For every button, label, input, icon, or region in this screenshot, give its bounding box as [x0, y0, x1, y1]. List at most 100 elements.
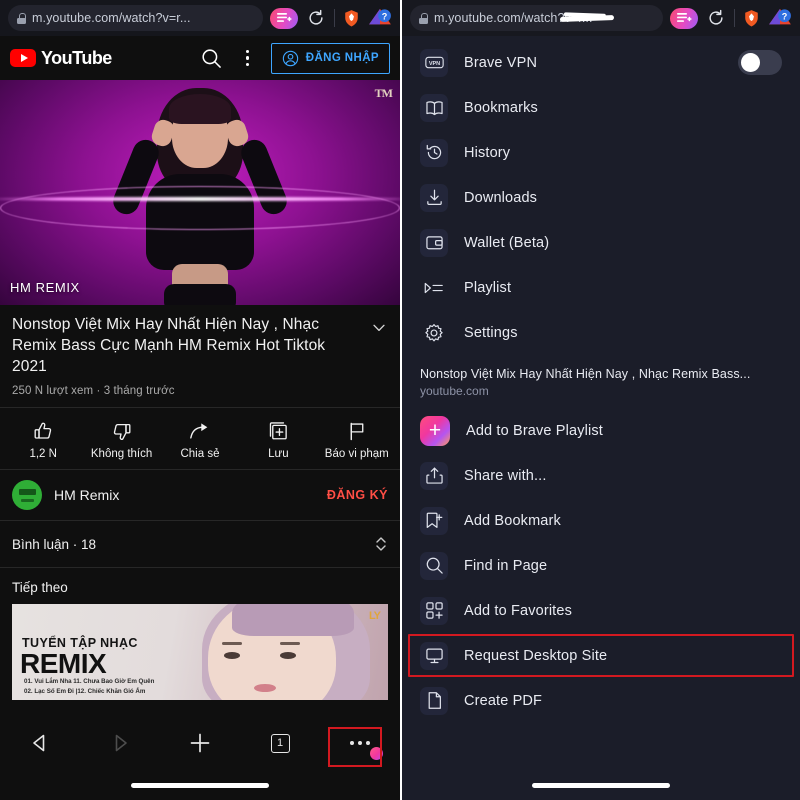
report-button[interactable]: Báo vi phạm	[323, 418, 391, 461]
share-arrow-icon	[189, 418, 211, 442]
context-header: Nonstop Việt Mix Hay Nhất Hiện Nay , Nhạ…	[402, 355, 800, 404]
brave-vpn-toggle[interactable]	[738, 50, 782, 75]
save-plus-icon	[268, 418, 289, 442]
channel-avatar[interactable]	[12, 480, 42, 511]
bookmark-plus-icon	[420, 506, 448, 535]
brave-lion-icon[interactable]	[342, 9, 361, 28]
forward-button	[80, 732, 160, 754]
svg-text:?: ?	[782, 11, 788, 21]
menu-label-settings: Settings	[464, 324, 518, 341]
comments-row[interactable]: Bình luận · 18	[0, 521, 400, 569]
menu-label-add-to-brave-playlist: Add to Brave Playlist	[466, 422, 603, 439]
dislike-label: Không thích	[90, 447, 153, 460]
browser-bottom-toolbar: 1	[0, 720, 400, 766]
toolbar-divider	[734, 9, 735, 27]
menu-item-create-pdf[interactable]: Create PDF	[402, 678, 800, 723]
toolbar-divider	[334, 9, 335, 27]
menu-label-brave-vpn: Brave VPN	[464, 54, 538, 71]
brave-lion-icon[interactable]	[742, 9, 761, 28]
thumb-brow-left	[222, 642, 242, 646]
history-clock-icon	[420, 138, 448, 167]
player-light-ellipse	[0, 185, 400, 230]
right-panel-brave-menu: m.youtube.com/watch?v=r... ? VPN Brave V…	[400, 0, 800, 800]
thumb-logo: LY	[368, 610, 381, 623]
brave-menu-top-list: VPN Brave VPN Bookmarks History Download…	[402, 36, 800, 355]
youtube-play-icon	[10, 49, 36, 67]
suggested-video-thumbnail[interactable]: TUYỂN TẬP NHẠC REMIX 01. Vui Lắm Nha 11.…	[12, 604, 388, 701]
menu-label-add-to-favorites: Add to Favorites	[464, 602, 572, 619]
video-player[interactable]: TM HM REMIX	[0, 80, 400, 305]
menu-item-brave-vpn[interactable]: VPN Brave VPN	[402, 40, 800, 85]
url-redaction-mark	[559, 15, 615, 22]
expand-collapse-icon[interactable]	[374, 534, 388, 554]
menu-label-add-bookmark: Add Bookmark	[464, 512, 561, 529]
menu-item-bookmarks[interactable]: Bookmarks	[402, 85, 800, 130]
youtube-header: YouTube ĐĂNG NHẬP	[0, 36, 400, 80]
browser-menu-button[interactable]	[320, 740, 400, 760]
flag-icon	[347, 418, 367, 442]
youtube-logo[interactable]: YouTube	[10, 48, 112, 69]
menu-item-settings[interactable]: Settings	[402, 310, 800, 355]
plus-icon	[188, 731, 212, 755]
reload-icon[interactable]	[305, 7, 327, 29]
menu-label-downloads: Downloads	[464, 189, 538, 206]
sign-in-button[interactable]: ĐĂNG NHẬP	[270, 42, 390, 74]
subscribe-button[interactable]: ĐĂNG KÝ	[327, 488, 388, 502]
save-button[interactable]: Lưu	[244, 418, 312, 461]
left-address-field[interactable]: m.youtube.com/watch?v=r...	[8, 5, 263, 31]
share-button[interactable]: Chia sẻ	[166, 418, 234, 461]
menu-item-add-to-favorites[interactable]: Add to Favorites	[402, 588, 800, 633]
player-watermark: TM	[374, 86, 393, 100]
menu-item-history[interactable]: History	[402, 130, 800, 175]
menu-item-downloads[interactable]: Downloads	[402, 175, 800, 220]
menu-item-share-with[interactable]: Share with...	[402, 453, 800, 498]
report-label: Báo vi phạm	[324, 447, 389, 460]
brave-menu-bottom-list: + Add to Brave Playlist Share with... Ad…	[402, 404, 800, 723]
chevron-down-icon[interactable]	[370, 319, 388, 337]
menu-item-add-bookmark[interactable]: Add Bookmark	[402, 498, 800, 543]
menu-item-wallet[interactable]: Wallet (Beta)	[402, 220, 800, 265]
like-label: 1,2 N	[29, 447, 57, 460]
menu-notification-badge	[370, 746, 383, 760]
player-caption: HM REMIX	[10, 280, 80, 295]
playlist-add-icon[interactable]	[670, 7, 698, 29]
search-icon[interactable]	[199, 45, 225, 71]
new-tab-button[interactable]	[160, 731, 240, 755]
thumb-hair-front	[232, 604, 354, 637]
svg-text:VPN: VPN	[428, 61, 439, 67]
like-button[interactable]: 1,2 N	[9, 418, 77, 461]
thumb-title-line2: REMIX	[20, 648, 107, 680]
menu-item-add-to-brave-playlist[interactable]: + Add to Brave Playlist	[402, 408, 800, 453]
wallet-icon	[420, 228, 448, 257]
channel-row[interactable]: HM Remix ĐĂNG KÝ	[0, 470, 400, 522]
back-button[interactable]	[0, 732, 80, 754]
menu-item-find-in-page[interactable]: Find in Page	[402, 543, 800, 588]
svg-text:?: ?	[382, 11, 388, 21]
figure-hair-front	[169, 94, 231, 124]
book-icon	[420, 93, 448, 122]
dislike-button[interactable]: Không thích	[88, 418, 156, 461]
help-badge-icon[interactable]: ?	[768, 8, 792, 28]
reload-icon[interactable]	[705, 7, 727, 29]
playlist-add-icon[interactable]	[270, 7, 298, 29]
youtube-wordmark: YouTube	[41, 47, 112, 68]
help-badge-icon[interactable]: ?	[368, 8, 392, 28]
menu-item-playlist[interactable]: Playlist	[402, 265, 800, 310]
sign-in-label: ĐĂNG NHẬP	[305, 52, 379, 64]
tab-switcher-button[interactable]: 1	[240, 733, 320, 753]
menu-item-request-desktop-site[interactable]: Request Desktop Site	[402, 633, 800, 678]
figure-skirt	[164, 284, 236, 305]
right-address-field[interactable]: m.youtube.com/watch?v=r...	[410, 5, 663, 31]
right-url-bar: m.youtube.com/watch?v=r... ?	[402, 0, 800, 36]
thumb-down-icon	[111, 418, 132, 442]
video-title: Nonstop Việt Mix Hay Nhất Hiện Nay , Nhạ…	[12, 316, 326, 375]
menu-label-find-in-page: Find in Page	[464, 557, 548, 574]
left-url-bar: m.youtube.com/watch?v=r... ?	[0, 0, 400, 36]
document-icon	[420, 686, 448, 715]
more-vertical-icon[interactable]	[235, 45, 261, 71]
menu-label-share-with: Share with...	[464, 467, 547, 484]
share-icon	[420, 461, 448, 490]
next-up-heading: Tiếp theo	[12, 580, 68, 596]
brave-playlist-plus-icon: +	[420, 415, 450, 446]
video-title-row[interactable]: Nonstop Việt Mix Hay Nhất Hiện Nay , Nhạ…	[12, 315, 388, 378]
